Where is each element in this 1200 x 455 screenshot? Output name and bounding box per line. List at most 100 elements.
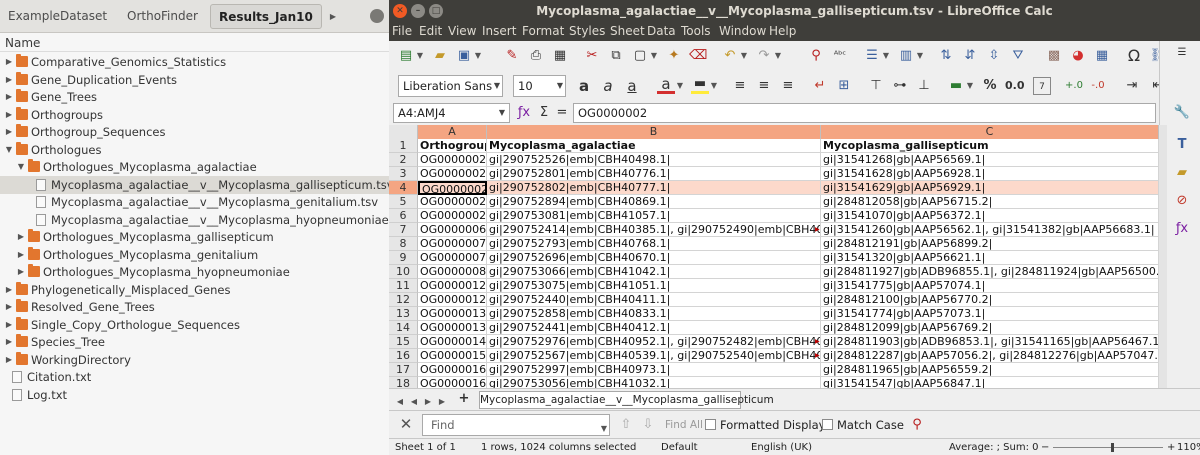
cell-a12[interactable]: OG0000012 xyxy=(418,293,487,307)
expander-closed-icon[interactable]: ▶ xyxy=(16,228,26,246)
page-style[interactable]: Default xyxy=(661,439,698,455)
cell-b6[interactable]: gi|290753081|emb|CBH41057.1| xyxy=(487,209,821,223)
select-all-corner[interactable] xyxy=(389,125,418,139)
cell-c9[interactable]: gi|31541320|gb|AAP56621.1| xyxy=(821,251,1159,265)
cell-b2[interactable]: gi|290752526|emb|CBH40498.1| xyxy=(487,153,821,167)
column-header-a[interactable]: A xyxy=(418,125,487,139)
cell-a2[interactable]: OG0000002 xyxy=(418,153,487,167)
tab-exampledataset[interactable]: ExampleDataset xyxy=(0,4,115,29)
file-item[interactable]: Mycoplasma_agalactiae__v__Mycoplasma_gen… xyxy=(0,193,400,211)
merge-cells-icon[interactable]: ⊞ xyxy=(835,77,853,95)
menu-window[interactable]: Window xyxy=(719,22,766,41)
properties-icon[interactable]: 🔧 xyxy=(1172,103,1192,123)
export-pdf-icon[interactable]: ✎ xyxy=(503,47,521,65)
file-item[interactable]: Mycoplasma_agalactiae__v__Mycoplasma_gal… xyxy=(0,175,400,194)
cell-c7[interactable]: gi|31541260|gb|AAP56562.1|, gi|31541382|… xyxy=(821,223,1159,237)
chevron-down-icon[interactable]: ▼ xyxy=(415,47,425,65)
expander-closed-icon[interactable]: ▶ xyxy=(4,88,14,106)
spreadsheet-grid[interactable]: A B C 1 Orthogroup Mycoplasma_agalactiae My… xyxy=(389,125,1159,388)
cell-c15[interactable]: gi|284811903|gb|ADB96853.1|, gi|31541165… xyxy=(821,335,1159,349)
cell-a13[interactable]: OG0000013 xyxy=(418,307,487,321)
redo-icon[interactable]: ↷ xyxy=(755,47,773,65)
cell-a11[interactable]: OG0000012 xyxy=(418,279,487,293)
menu-view[interactable]: View xyxy=(448,22,476,41)
first-sheet-icon[interactable]: ◀ xyxy=(395,393,405,411)
chevron-right-icon[interactable]: ▶ xyxy=(326,4,340,29)
open-folder-icon[interactable]: ▰ xyxy=(431,47,449,65)
cell-a4[interactable]: OG0000002 xyxy=(418,181,487,195)
increase-indent-icon[interactable]: ⇥ xyxy=(1123,77,1141,95)
minimize-icon[interactable]: – xyxy=(411,4,425,18)
cell-c1[interactable]: Mycoplasma_gallisepticum xyxy=(821,139,1159,153)
row-header[interactable]: 4 xyxy=(389,181,418,195)
cell-b18[interactable]: gi|290753056|emb|CBH41032.1| xyxy=(487,377,821,388)
cell-b16[interactable]: gi|290752567|emb|CBH40539.1|, gi|2907525… xyxy=(487,349,821,363)
print-icon[interactable]: ⎙ xyxy=(527,47,545,65)
gallery-icon[interactable]: ▰ xyxy=(1172,163,1192,183)
pivot-table-icon[interactable]: ▦ xyxy=(1093,47,1111,65)
language-status[interactable]: English (UK) xyxy=(751,439,812,455)
sort-ascending-icon[interactable]: ⇵ xyxy=(961,47,979,65)
align-center-icon[interactable]: ≡ xyxy=(755,77,773,95)
tab-results-jan10[interactable]: Results_Jan10 xyxy=(210,4,322,29)
styles-icon[interactable]: T xyxy=(1172,135,1192,155)
row-header[interactable]: 1 xyxy=(389,139,418,153)
column-header-b[interactable]: B xyxy=(487,125,821,139)
close-icon[interactable]: ✕ xyxy=(393,4,407,18)
chevron-down-icon[interactable]: ▼ xyxy=(739,47,749,65)
row-header[interactable]: 13 xyxy=(389,307,418,321)
cell-c11[interactable]: gi|31541775|gb|AAP57074.1| xyxy=(821,279,1159,293)
currency-icon[interactable]: ▬ xyxy=(947,77,965,95)
cell-b11[interactable]: gi|290753075|emb|CBH41051.1| xyxy=(487,279,821,293)
chevron-down-icon[interactable]: ▼ xyxy=(649,47,659,65)
underline-icon[interactable]: a xyxy=(623,77,641,95)
row-header[interactable]: 10 xyxy=(389,265,418,279)
function-wizard-icon[interactable]: ƒx xyxy=(515,104,533,122)
menu-sheet[interactable]: Sheet xyxy=(610,22,645,41)
expander-closed-icon[interactable]: ▶ xyxy=(4,351,14,369)
menu-format[interactable]: Format xyxy=(522,22,564,41)
font-name-select[interactable]: Liberation Sans ▼ xyxy=(398,75,503,97)
folder-item[interactable]: ▶ WorkingDirectory xyxy=(0,351,400,369)
bold-icon[interactable]: a xyxy=(575,77,593,95)
cell-c2[interactable]: gi|31541268|gb|AAP56569.1| xyxy=(821,153,1159,167)
folder-item[interactable]: ▶ Comparative_Genomics_Statistics xyxy=(0,53,400,71)
find-input[interactable]: Find xyxy=(422,414,610,436)
cell-a10[interactable]: OG0000008 xyxy=(418,265,487,279)
menu-tools[interactable]: Tools xyxy=(681,22,711,41)
cell-a18[interactable]: OG0000016 xyxy=(418,377,487,388)
close-icon[interactable]: ✕ xyxy=(397,415,415,433)
cell-c13[interactable]: gi|31541774|gb|AAP57073.1| xyxy=(821,307,1159,321)
cell-b17[interactable]: gi|290752997|emb|CBH40973.1| xyxy=(487,363,821,377)
folder-item[interactable]: ▼ Orthologues_Mycoplasma_agalactiae xyxy=(0,158,400,176)
paste-icon[interactable]: ▢ xyxy=(631,47,649,65)
menu-file[interactable]: File xyxy=(392,22,412,41)
chevron-down-icon[interactable]: ▼ xyxy=(881,47,891,65)
folder-item[interactable]: ▶ Orthologues_Mycoplasma_gallisepticum xyxy=(0,228,400,246)
sidebar-menu-icon[interactable]: ☰ xyxy=(1172,43,1192,63)
match-case-checkbox[interactable] xyxy=(822,419,833,430)
folder-item[interactable]: ▼ Orthologues xyxy=(0,141,400,159)
autofilter-icon[interactable]: ⛛ xyxy=(1009,47,1027,65)
menu-edit[interactable]: Edit xyxy=(419,22,442,41)
cell-c17[interactable]: gi|284811965|gb|AAP56559.2| xyxy=(821,363,1159,377)
cell-c8[interactable]: gi|284812191|gb|AAP56899.2| xyxy=(821,237,1159,251)
expander-closed-icon[interactable]: ▶ xyxy=(4,53,14,71)
last-sheet-icon[interactable]: ▶ xyxy=(437,393,447,411)
cell-a7[interactable]: OG0000006 xyxy=(418,223,487,237)
chevron-down-icon[interactable]: ▼ xyxy=(599,420,609,438)
folder-item[interactable]: ▶ Orthologues_Mycoplasma_hyopneumoniae xyxy=(0,263,400,281)
row-header[interactable]: 18 xyxy=(389,377,418,388)
chevron-down-icon[interactable]: ▼ xyxy=(473,47,483,65)
folder-item[interactable]: ▶ Orthologues_Mycoplasma_genitalium xyxy=(0,246,400,264)
insert-chart-icon[interactable]: ◕ xyxy=(1069,47,1087,65)
expander-closed-icon[interactable]: ▶ xyxy=(4,333,14,351)
name-column-header[interactable]: Name xyxy=(0,34,400,52)
previous-sheet-icon[interactable]: ◀ xyxy=(409,393,419,411)
align-top-icon[interactable]: ⊤ xyxy=(867,77,885,95)
cell-c3[interactable]: gi|31541628|gb|AAP56928.1| xyxy=(821,167,1159,181)
zoom-slider-handle[interactable] xyxy=(1111,443,1114,452)
cell-c5[interactable]: gi|284812058|gb|AAP56715.2| xyxy=(821,195,1159,209)
sheet-tab[interactable]: Mycoplasma_agalactiae__v__Mycoplasma_gal… xyxy=(479,391,774,409)
cell-c4[interactable]: gi|31541629|gb|AAP56929.1| xyxy=(821,181,1159,195)
